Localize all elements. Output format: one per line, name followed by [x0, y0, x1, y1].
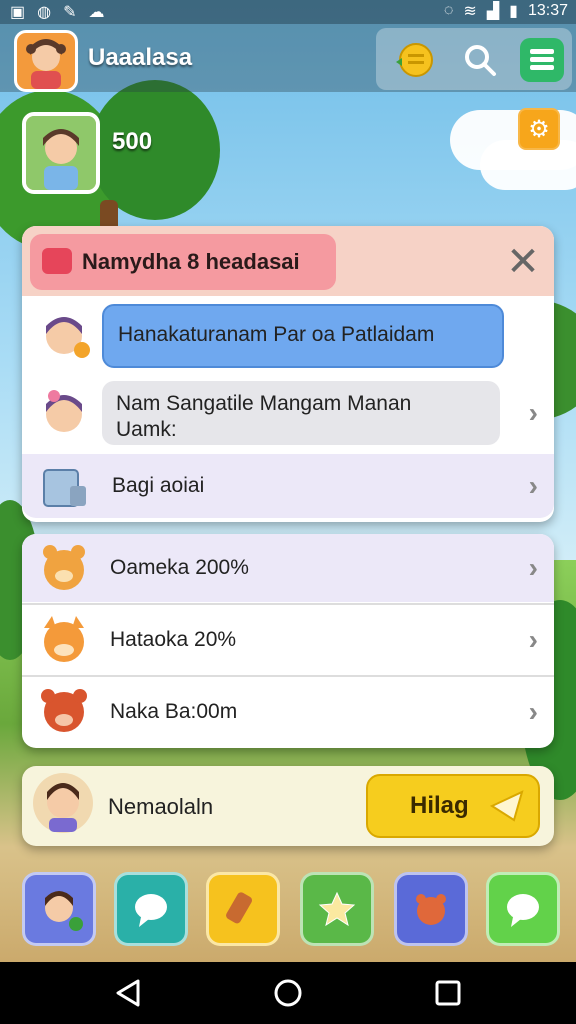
- friend-name: Nemaolaln: [108, 794, 214, 819]
- message-icon[interactable]: [486, 872, 560, 946]
- signal-icon: ▟: [486, 3, 500, 20]
- profile-icon[interactable]: [22, 872, 96, 946]
- quest-row-box[interactable]: Nam Sangatile Mangam Manan Uamk:: [102, 381, 500, 445]
- back-icon[interactable]: [114, 978, 144, 1008]
- avatar-face-icon: [26, 39, 66, 89]
- notification-icon: ✎: [63, 4, 77, 21]
- quest-row-label: Nam Sangatile Mangam Manan Uamk:: [116, 392, 412, 441]
- reward-row[interactable]: Hataoka 20% ›: [22, 606, 554, 674]
- chevron-right-icon: ›: [528, 696, 538, 727]
- player-avatar[interactable]: [22, 112, 100, 194]
- divider: [22, 603, 554, 605]
- coin-icon[interactable]: [392, 38, 436, 82]
- notification-icon: ◍: [37, 4, 52, 21]
- gear-icon[interactable]: ⚙: [518, 108, 560, 150]
- battery-icon: ▮: [509, 3, 518, 20]
- search-icon[interactable]: [458, 38, 502, 82]
- player-score: 500: [112, 128, 153, 155]
- quest-row[interactable]: Bagi aoiai ›: [22, 454, 554, 518]
- red-panda-icon: [41, 689, 87, 732]
- chevron-right-icon: ›: [528, 624, 538, 655]
- bear-icon: [43, 545, 85, 590]
- star-icon[interactable]: [300, 872, 374, 946]
- recents-icon[interactable]: [433, 978, 463, 1008]
- header-avatar[interactable]: [14, 30, 78, 92]
- tree-foliage: [90, 80, 220, 220]
- menu-list-icon[interactable]: [520, 38, 564, 82]
- reward-row[interactable]: Naka Ba:00m ›: [22, 678, 554, 746]
- chat-icon[interactable]: [114, 872, 188, 946]
- hilag-button[interactable]: Hilag: [366, 774, 540, 838]
- wifi-icon: ≋: [463, 3, 477, 20]
- home-icon[interactable]: [273, 978, 303, 1008]
- clock: 13:37: [527, 2, 568, 19]
- chevron-right-icon: ›: [528, 470, 538, 501]
- pet-icon[interactable]: [394, 872, 468, 946]
- notification-icon: ▣: [10, 4, 26, 21]
- quest-row-label: Bagi aoiai: [112, 474, 205, 497]
- reward-row[interactable]: Oameka 200% ›: [22, 534, 554, 602]
- panel-title: Namydha 8 headasai: [82, 249, 300, 274]
- hilag-button-label: Hilag: [410, 792, 469, 819]
- character-icon: [46, 317, 90, 358]
- chevron-right-icon: ›: [528, 397, 538, 428]
- panel-title-pill: Namydha 8 headasai: [30, 234, 336, 290]
- reward-label: Hataoka 20%: [110, 628, 237, 651]
- status-bar: ▣ ◍ ✎ ☁ ◌ ≋ ▟ ▮ 13:37: [0, 0, 576, 24]
- character-icon: [46, 390, 82, 432]
- close-icon[interactable]: ✕: [504, 242, 542, 282]
- calendar-icon: [42, 248, 72, 274]
- fox-icon: [44, 616, 84, 662]
- friend-avatar-icon[interactable]: [32, 772, 94, 834]
- notification-icon: ☁: [88, 4, 105, 21]
- divider: [22, 675, 554, 677]
- alarm-icon: ◌: [443, 2, 454, 19]
- send-arrow-icon: [489, 790, 524, 822]
- player-name: Uaaalasa: [88, 44, 193, 71]
- reward-label: Oameka 200%: [110, 556, 249, 579]
- scroll-icon[interactable]: [206, 872, 280, 946]
- quest-row-highlight[interactable]: Hanakaturanam Par oa Patlaidam: [102, 304, 504, 368]
- reward-label: Naka Ba:00m: [110, 700, 238, 723]
- inventory-box-icon: [43, 469, 86, 507]
- quest-row-label: Hanakaturanam Par oa Patlaidam: [118, 323, 435, 346]
- chevron-right-icon: ›: [528, 552, 538, 583]
- avatar-face-icon: [26, 116, 96, 190]
